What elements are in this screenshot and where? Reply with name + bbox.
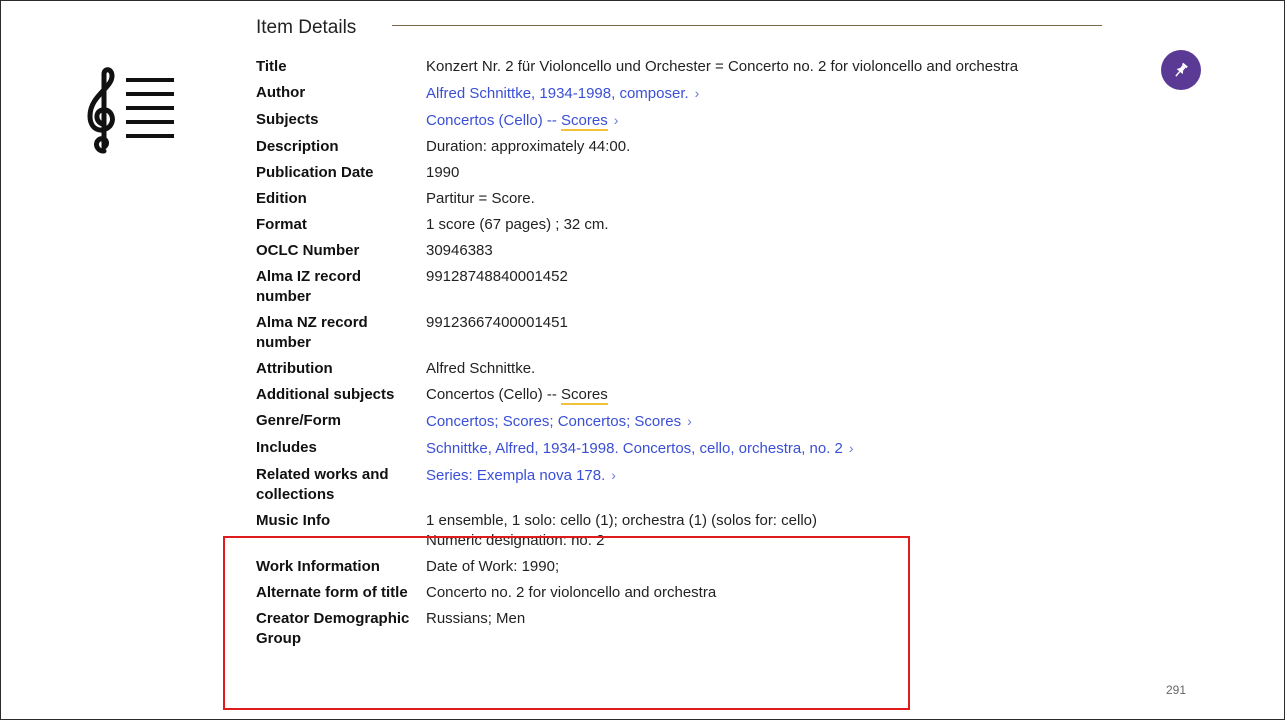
detail-row-subjects: Subjects Concertos (Cello) -- Scores › [256, 110, 1086, 131]
detail-row-alma-iz: Alma IZ record number 99128748840001452 [256, 267, 1086, 307]
detail-label: OCLC Number [256, 242, 360, 259]
detail-row-format: Format 1 score (67 pages) ; 32 cm. [256, 215, 1086, 235]
detail-label: Edition [256, 190, 307, 207]
detail-row-author: Author Alfred Schnittke, 1934-1998, comp… [256, 83, 1086, 104]
additional-subjects-text: Concertos (Cello) -- [426, 386, 562, 403]
additional-subjects-highlight: Scores [561, 386, 608, 405]
detail-label: Genre/Form [256, 412, 342, 429]
detail-row-alma-nz: Alma NZ record number 99123667400001451 [256, 313, 1086, 353]
detail-row-publication-date: Publication Date 1990 [256, 163, 1086, 183]
detail-row-description: Description Duration: approximately 44:0… [256, 137, 1086, 157]
detail-row-title: Title Konzert Nr. 2 für Violoncello und … [256, 57, 1086, 77]
detail-row-related-works: Related works and collections Series: Ex… [256, 465, 1086, 505]
detail-value: 1 ensemble, 1 solo: cello (1); orchestra… [426, 512, 817, 529]
author-link[interactable]: Alfred Schnittke, 1934-1998, composer. [426, 85, 689, 102]
detail-row-additional-subjects: Additional subjects Concertos (Cello) --… [256, 385, 1086, 405]
detail-label: Music Info [256, 512, 331, 529]
section-title: Item Details [256, 17, 357, 38]
detail-row-oclc: OCLC Number 30946383 [256, 241, 1086, 261]
page-number: 291 [1166, 683, 1187, 697]
detail-label: Subjects [256, 111, 319, 128]
detail-value: Alfred Schnittke. [426, 360, 536, 377]
detail-value: 99123667400001451 [426, 314, 568, 331]
detail-label: Attribution [256, 360, 333, 377]
detail-label: Publication Date [256, 164, 374, 181]
detail-label: Alma IZ record number [256, 268, 362, 305]
related-works-link[interactable]: Series: Exempla nova 178. [426, 467, 605, 484]
heading-divider [392, 25, 1102, 26]
chevron-right-icon: › [687, 413, 692, 429]
chevron-right-icon: › [694, 85, 700, 101]
chevron-right-icon: › [613, 112, 619, 128]
highlight-annotation-box [223, 536, 910, 710]
detail-label: Related works and collections [256, 466, 389, 503]
detail-label: Author [256, 84, 306, 101]
subjects-link-text: Concertos (Cello) -- [426, 112, 562, 129]
detail-value: Konzert Nr. 2 für Violoncello und Orches… [426, 58, 1019, 75]
detail-label: Title [256, 58, 287, 75]
genre-link[interactable]: Concertos; Scores; Concertos; Scores [426, 413, 681, 430]
detail-row-attribution: Attribution Alfred Schnittke. [256, 359, 1086, 379]
chevron-right-icon: › [848, 440, 854, 456]
detail-row-includes: Includes Schnittke, Alfred, 1934-1998. C… [256, 438, 1086, 459]
section-heading: Item Details [256, 15, 356, 41]
detail-label: Includes [256, 439, 317, 456]
detail-value: 30946383 [426, 242, 493, 259]
detail-value: 1990 [426, 164, 460, 181]
pin-button[interactable] [1161, 50, 1201, 90]
detail-row-edition: Edition Partitur = Score. [256, 189, 1086, 209]
detail-label: Additional subjects [256, 386, 395, 403]
chevron-right-icon: › [611, 467, 616, 483]
detail-value: 1 score (67 pages) ; 32 cm. [426, 216, 609, 233]
detail-label: Alma NZ record number [256, 314, 368, 351]
includes-link[interactable]: Schnittke, Alfred, 1934-1998. Concertos,… [426, 440, 843, 457]
treble-clef-list-icon [87, 67, 174, 154]
subjects-link[interactable]: Concertos (Cello) -- Scores [426, 112, 608, 131]
detail-value: 99128748840001452 [426, 268, 568, 285]
detail-value: Duration: approximately 44:00. [426, 138, 631, 155]
subjects-link-highlight: Scores [561, 112, 608, 131]
detail-label: Description [256, 138, 339, 155]
detail-label: Format [256, 216, 307, 233]
pin-icon [1175, 62, 1188, 77]
detail-value: Partitur = Score. [426, 190, 535, 207]
detail-row-genre: Genre/Form Concertos; Scores; Concertos;… [256, 411, 1086, 432]
